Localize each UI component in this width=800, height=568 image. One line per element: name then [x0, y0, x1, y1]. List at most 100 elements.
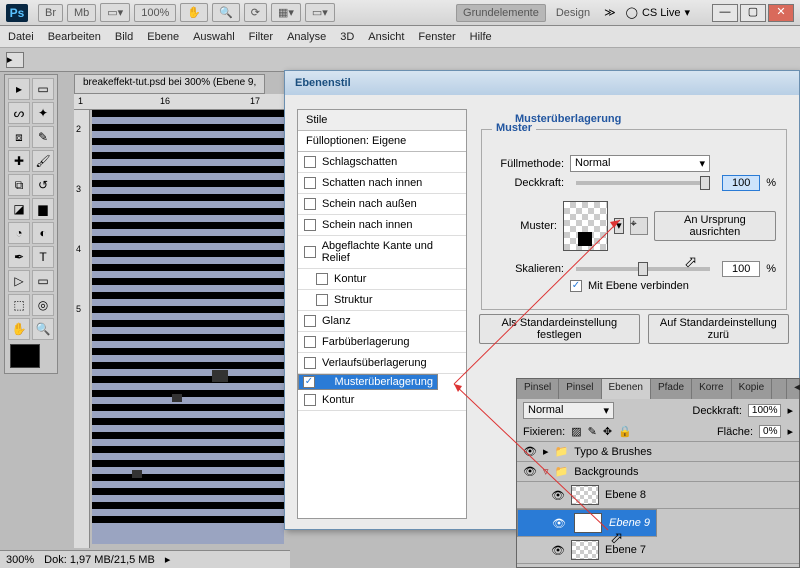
- tab-ebenen[interactable]: Ebenen: [602, 379, 651, 399]
- menu-datei[interactable]: Datei: [8, 31, 34, 43]
- wand-tool[interactable]: ✦: [32, 102, 54, 124]
- document-canvas[interactable]: [92, 110, 284, 544]
- style-item[interactable]: Glanz: [298, 311, 466, 332]
- style-checkbox[interactable]: [304, 219, 316, 231]
- pen-tool[interactable]: ✒: [8, 246, 30, 268]
- arrange-button[interactable]: ▦▾: [271, 3, 301, 22]
- scale-input[interactable]: 100: [722, 261, 760, 277]
- hand-tool-button[interactable]: ✋: [180, 3, 208, 22]
- zoom-display[interactable]: 100%: [134, 4, 176, 22]
- move-tool[interactable]: ▸: [8, 78, 30, 100]
- style-item[interactable]: Schatten nach innen: [298, 173, 466, 194]
- bridge-button[interactable]: Br: [38, 4, 63, 22]
- layer-row[interactable]: 👁 Ebene 8: [517, 482, 799, 509]
- snap-origin-icon[interactable]: ⌖: [630, 217, 648, 235]
- style-item[interactable]: Kontur: [298, 390, 466, 411]
- tab-korrekturen[interactable]: Korre: [692, 379, 731, 399]
- visibility-icon[interactable]: 👁: [551, 544, 565, 557]
- lock-all-icon[interactable]: 🔒: [618, 425, 632, 438]
- style-item[interactable]: Schein nach innen: [298, 215, 466, 236]
- eyedropper-tool[interactable]: ✎: [32, 126, 54, 148]
- shape-tool[interactable]: ▭: [32, 270, 54, 292]
- layer-group-row[interactable]: 👁 ▸ 📁 Typo & Brushes: [517, 442, 799, 462]
- menu-ansicht[interactable]: Ansicht: [368, 31, 404, 43]
- style-checkbox[interactable]: [304, 156, 316, 168]
- menu-auswahl[interactable]: Auswahl: [193, 31, 235, 43]
- move-tool-icon[interactable]: ▸: [6, 52, 24, 68]
- tab-pinsel2[interactable]: Pinsel: [559, 379, 601, 399]
- snap-origin-button[interactable]: An Ursprung ausrichten: [654, 211, 776, 241]
- 3d-tool[interactable]: ⬚: [8, 294, 30, 316]
- document-tab[interactable]: breakeffekt-tut.psd bei 300% (Ebene 9,: [74, 74, 265, 94]
- style-checkbox[interactable]: [304, 394, 316, 406]
- reset-default-button[interactable]: Auf Standardeinstellung zurü: [648, 314, 789, 344]
- style-item[interactable]: Farbüberlagerung: [298, 332, 466, 353]
- visibility-icon[interactable]: 👁: [523, 445, 537, 458]
- styles-header[interactable]: Stile: [298, 110, 466, 131]
- zoom-tool[interactable]: 🔍: [32, 318, 54, 340]
- visibility-icon[interactable]: 👁: [552, 517, 566, 530]
- style-checkbox[interactable]: [304, 357, 316, 369]
- panel-collapse-icon[interactable]: ◀▶: [787, 379, 800, 399]
- lock-transparency-icon[interactable]: ▨: [571, 425, 581, 438]
- menu-analyse[interactable]: Analyse: [287, 31, 326, 43]
- opacity-input[interactable]: 100: [722, 175, 760, 191]
- style-checkbox[interactable]: [316, 273, 328, 285]
- stamp-tool[interactable]: ⧉: [8, 174, 30, 196]
- style-item[interactable]: Abgeflachte Kante und Relief: [298, 236, 466, 269]
- opacity-slider[interactable]: [576, 181, 710, 185]
- menu-ebene[interactable]: Ebene: [147, 31, 179, 43]
- close-button[interactable]: ✕: [768, 4, 794, 22]
- maximize-button[interactable]: ▢: [740, 4, 766, 22]
- crop-tool[interactable]: ⧈: [8, 126, 30, 148]
- style-item[interactable]: Musterüberlagerung: [298, 374, 438, 390]
- link-layer-checkbox[interactable]: [570, 280, 582, 292]
- history-brush-tool[interactable]: ↺: [32, 174, 54, 196]
- marquee-tool[interactable]: ▭: [32, 78, 54, 100]
- visibility-icon[interactable]: 👁: [523, 465, 537, 478]
- viewmode-button[interactable]: ▭▾: [100, 3, 130, 22]
- layer-group-row[interactable]: 👁 ▿ 📁 Backgrounds: [517, 462, 799, 482]
- workspace-essentials[interactable]: Grundelemente: [456, 4, 546, 22]
- style-checkbox[interactable]: [304, 177, 316, 189]
- dialog-titlebar[interactable]: Ebenenstil: [285, 71, 799, 95]
- lock-pixels-icon[interactable]: ✎: [588, 425, 597, 438]
- tab-pfade[interactable]: Pfade: [651, 379, 692, 399]
- fill-value[interactable]: 0%: [759, 425, 781, 438]
- tab-kopie[interactable]: Kopie: [732, 379, 773, 399]
- minibridge-button[interactable]: Mb: [67, 4, 96, 22]
- style-item[interactable]: Kontur: [298, 269, 466, 290]
- layer-blendmode-select[interactable]: Normal▾: [523, 402, 614, 419]
- lasso-tool[interactable]: ᔕ: [8, 102, 30, 124]
- dodge-tool[interactable]: ◐: [32, 222, 54, 244]
- menu-hilfe[interactable]: Hilfe: [470, 31, 492, 43]
- menu-bild[interactable]: Bild: [115, 31, 133, 43]
- style-checkbox[interactable]: [304, 198, 316, 210]
- style-checkbox[interactable]: [303, 376, 315, 388]
- eraser-tool[interactable]: ◪: [8, 198, 30, 220]
- heal-tool[interactable]: ✚: [8, 150, 30, 172]
- style-item[interactable]: Verlaufsüberlagerung: [298, 353, 466, 374]
- brush-tool[interactable]: 🖌: [32, 150, 54, 172]
- path-select-tool[interactable]: ▷: [8, 270, 30, 292]
- camera-tool[interactable]: ◎: [32, 294, 54, 316]
- menu-filter[interactable]: Filter: [249, 31, 273, 43]
- layer-row-selected[interactable]: 👁 Ebene 9: [517, 509, 657, 537]
- gradient-tool[interactable]: ▆: [32, 198, 54, 220]
- expand-icon[interactable]: ▿: [543, 465, 549, 478]
- style-checkbox[interactable]: [304, 315, 316, 327]
- menu-bearbeiten[interactable]: Bearbeiten: [48, 31, 101, 43]
- color-swatch[interactable]: [10, 344, 40, 368]
- style-item[interactable]: Struktur: [298, 290, 466, 311]
- style-item[interactable]: Schlagschatten: [298, 152, 466, 173]
- menu-3d[interactable]: 3D: [340, 31, 354, 43]
- collapse-icon[interactable]: ▸: [543, 445, 549, 458]
- hand-tool[interactable]: ✋: [8, 318, 30, 340]
- minimize-button[interactable]: —: [712, 4, 738, 22]
- rotate-view-button[interactable]: ⟳: [244, 3, 267, 22]
- blur-tool[interactable]: ◔: [8, 222, 30, 244]
- more-icon[interactable]: ≫: [604, 6, 616, 19]
- lock-position-icon[interactable]: ✥: [603, 425, 612, 438]
- workspace-design[interactable]: Design: [550, 5, 596, 21]
- set-default-button[interactable]: Als Standardeinstellung festlegen: [479, 314, 640, 344]
